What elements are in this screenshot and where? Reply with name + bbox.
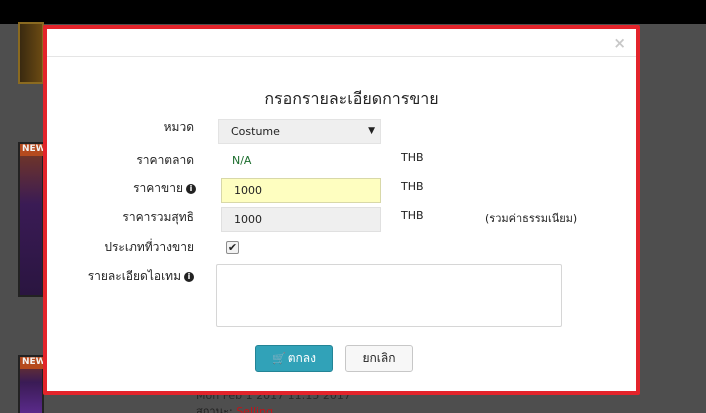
- market-price-unit: THB: [401, 151, 424, 164]
- category-selected-value: Costume: [231, 125, 280, 138]
- status-label: สถานะ:: [196, 405, 233, 413]
- info-icon[interactable]: i: [186, 184, 196, 194]
- background-item-card: [18, 22, 44, 84]
- net-price-field: 1000: [221, 207, 381, 232]
- market-price-value: N/A: [232, 154, 252, 167]
- item-detail-label: รายละเอียดไอเทม i: [88, 267, 194, 286]
- net-price-unit: THB: [401, 209, 424, 222]
- modal-title: กรอกรายละเอียดการขาย: [264, 89, 439, 108]
- confirm-button-label: ตกลง: [287, 351, 316, 365]
- sell-price-unit: THB: [401, 180, 424, 193]
- sell-price-input[interactable]: 1000: [221, 178, 381, 203]
- background-status: สถานะ: Selling: [196, 402, 273, 413]
- category-label: หมวด: [163, 120, 194, 134]
- sell-price-label-text: ราคาขาย: [133, 181, 183, 195]
- top-bar: [0, 0, 706, 24]
- item-detail-label-text: รายละเอียดไอเทม: [87, 269, 181, 283]
- item-detail-textarea[interactable]: [216, 264, 562, 327]
- background-item-card: NEW: [18, 142, 46, 297]
- market-price-label: ราคาตลาด: [136, 153, 194, 167]
- background-item-card: NEW: [18, 355, 46, 413]
- sale-type-label: ประเภทที่วางขาย: [104, 240, 194, 254]
- sell-details-modal: × กรอกรายละเอียดการขาย หมวด Costume ▼ รา…: [43, 25, 640, 395]
- status-value: Selling: [236, 405, 274, 413]
- cart-icon: 🛒: [272, 352, 286, 365]
- info-icon[interactable]: i: [184, 272, 194, 282]
- sell-price-label: ราคาขาย i: [133, 179, 196, 198]
- sale-type-checkbox[interactable]: ✔: [226, 241, 239, 254]
- confirm-button[interactable]: 🛒 ตกลง: [255, 345, 333, 372]
- category-select[interactable]: Costume ▼: [218, 119, 381, 144]
- modal-header: ×: [47, 29, 636, 57]
- fee-note: (รวมค่าธรรมเนียม): [485, 212, 578, 225]
- close-icon[interactable]: ×: [613, 36, 626, 51]
- chevron-down-icon: ▼: [368, 126, 375, 136]
- net-price-label: ราคารวมสุทธิ: [122, 210, 194, 224]
- cancel-button[interactable]: ยกเลิก: [345, 345, 413, 372]
